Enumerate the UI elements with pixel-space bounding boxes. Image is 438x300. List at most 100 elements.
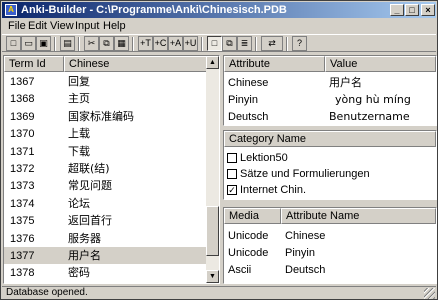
attribute-cell: Deutsch xyxy=(228,111,269,123)
attribute-cell: Chinese xyxy=(228,77,269,89)
app-icon[interactable]: A xyxy=(5,4,17,16)
chinese-cell: 主页 xyxy=(68,92,90,106)
table-row[interactable]: Deutsch Benutzername xyxy=(224,110,436,125)
status-bar: Database opened. xyxy=(2,286,436,299)
checkbox-checked[interactable]: ✓ xyxy=(227,185,237,195)
add-term-icon[interactable]: +T xyxy=(138,36,153,51)
checkbox[interactable] xyxy=(227,169,237,179)
table-row[interactable]: Ascii Deutsch xyxy=(224,263,436,280)
attribute-name-cell: Pinyin xyxy=(285,247,315,259)
chinese-cell: 用户名 xyxy=(68,249,101,262)
chinese-cell: 超联(结) xyxy=(68,162,110,175)
table-row[interactable]: 1375 返回首行 xyxy=(4,213,206,230)
help-icon[interactable]: ? xyxy=(292,36,307,51)
column-header-value[interactable]: Value xyxy=(325,56,436,72)
column-header-term-id[interactable]: Term Id xyxy=(4,56,64,72)
terms-list[interactable]: Term Id Chinese 1367 回复 1368 主页 1369 国家标准编码 13… xyxy=(3,55,220,284)
properties-icon[interactable]: ▤ xyxy=(60,36,75,51)
value-cell: yòng hù míng xyxy=(335,93,411,106)
categories-list[interactable]: Category Name Lektion50 Sätze und Formuli… xyxy=(223,130,437,200)
toolbar-separator xyxy=(286,37,288,51)
title-bar[interactable]: A Anki-Builder - C:\Programme\Anki\Chine… xyxy=(2,2,436,18)
toolbar: □ ▭ ▣ ▤ ✂ ⧉ ▦ +T +C +A +U □ ⧉ ≣ ⇄ ? xyxy=(2,34,436,52)
table-row[interactable]: 1378 密码 xyxy=(4,265,206,282)
category-label: Internet Chin. xyxy=(240,184,307,196)
term-id-cell: 1371 xyxy=(10,145,35,158)
list-item[interactable]: Lektion50 xyxy=(224,151,436,167)
term-id-cell: 1368 xyxy=(10,93,35,106)
cut-icon[interactable]: ✂ xyxy=(84,36,99,51)
view-single-icon[interactable]: □ xyxy=(207,36,222,51)
menu-view[interactable]: View xyxy=(48,19,76,33)
table-row[interactable]: 1367 回复 xyxy=(4,74,206,91)
save-icon[interactable]: ▣ xyxy=(36,36,51,51)
attributes-table[interactable]: Attribute Value Chinese 用户名 Pinyin yòng hù … xyxy=(223,55,437,126)
table-row[interactable]: Chinese 用户名 xyxy=(224,76,436,93)
attribute-cell: Pinyin xyxy=(228,94,258,106)
table-row[interactable]: 1369 国家标准编码 xyxy=(4,109,206,126)
table-row[interactable]: 1371 下载 xyxy=(4,144,206,161)
terms-scrollbar[interactable]: ▲ ▼ xyxy=(206,56,219,283)
paste-icon[interactable]: ▦ xyxy=(114,36,129,51)
sync-icon[interactable]: ⇄ xyxy=(261,36,283,51)
scroll-up-button[interactable]: ▲ xyxy=(206,56,219,69)
column-header-chinese[interactable]: Chinese xyxy=(64,56,207,72)
toolbar-separator xyxy=(201,37,203,51)
minimize-button[interactable]: _ xyxy=(390,4,404,16)
add-unicode-icon[interactable]: +U xyxy=(183,36,198,51)
resize-grip[interactable] xyxy=(424,288,435,299)
table-row[interactable]: Pinyin yòng hù míng xyxy=(224,93,436,110)
term-id-cell: 1377 xyxy=(10,250,35,262)
table-row[interactable]: Unicode Chinese xyxy=(224,229,436,246)
add-category-icon[interactable]: +C xyxy=(153,36,168,51)
menu-help[interactable]: Help xyxy=(101,19,128,33)
column-header-attribute[interactable]: Attribute xyxy=(224,56,325,72)
column-header-media[interactable]: Media xyxy=(224,208,281,224)
chinese-cell: 论坛 xyxy=(68,196,90,210)
copy-icon[interactable]: ⧉ xyxy=(99,36,114,51)
term-id-cell: 1372 xyxy=(10,163,35,175)
table-row[interactable]: 1370 上载 xyxy=(4,126,206,143)
category-label: Sätze und Formulierungen xyxy=(240,168,370,180)
menu-edit[interactable]: Edit xyxy=(26,19,49,33)
list-item[interactable]: Sätze und Formulierungen xyxy=(224,167,436,183)
app-window: A Anki-Builder - C:\Programme\Anki\Chine… xyxy=(0,0,438,300)
menu-file[interactable]: File xyxy=(6,19,28,33)
add-attribute-icon[interactable]: +A xyxy=(168,36,183,51)
toolbar-separator xyxy=(54,37,56,51)
table-row[interactable]: 1372 超联(结) xyxy=(4,161,206,178)
table-row[interactable]: 1377 用户名 xyxy=(4,248,206,265)
toolbar-separator xyxy=(78,37,80,51)
chinese-cell: 服务器 xyxy=(68,231,101,245)
close-button[interactable]: × xyxy=(421,4,435,16)
toolbar-separator xyxy=(255,37,257,51)
term-id-cell: 1378 xyxy=(10,267,35,280)
term-id-cell: 1373 xyxy=(10,180,35,193)
term-id-cell: 1370 xyxy=(10,128,35,141)
scroll-thumb[interactable] xyxy=(206,206,219,256)
media-cell: Unicode xyxy=(228,230,269,242)
view-split-icon[interactable]: ⧉ xyxy=(222,36,237,51)
table-row[interactable]: 1373 常见问题 xyxy=(4,178,206,195)
new-icon[interactable]: □ xyxy=(6,36,21,51)
checkbox[interactable] xyxy=(227,153,237,163)
column-header-category-name[interactable]: Category Name xyxy=(224,131,436,147)
term-id-cell: 1367 xyxy=(10,76,35,88)
attribute-name-cell: Deutsch xyxy=(285,264,326,276)
table-row[interactable]: 1374 论坛 xyxy=(4,196,206,213)
list-item[interactable]: ✓ Internet Chin. xyxy=(224,183,436,199)
view-list-icon[interactable]: ≣ xyxy=(237,36,252,51)
maximize-button[interactable]: □ xyxy=(405,4,419,16)
column-header-attribute-name[interactable]: Attribute Name xyxy=(281,208,436,224)
table-row[interactable]: Unicode Pinyin xyxy=(224,246,436,263)
scroll-down-button[interactable]: ▼ xyxy=(206,270,219,283)
media-table[interactable]: Media Attribute Name Unicode Chinese Unico… xyxy=(223,207,437,284)
term-id-cell: 1375 xyxy=(10,215,35,228)
table-row[interactable]: 1368 主页 xyxy=(4,91,206,108)
open-icon[interactable]: ▭ xyxy=(21,36,36,51)
chinese-cell: 常见问题 xyxy=(68,179,112,193)
chinese-cell: 密码 xyxy=(68,266,90,280)
table-row[interactable]: 1376 服务器 xyxy=(4,231,206,248)
menu-input[interactable]: Input xyxy=(73,19,101,33)
table-row[interactable]: 1379网管 xyxy=(4,283,206,284)
